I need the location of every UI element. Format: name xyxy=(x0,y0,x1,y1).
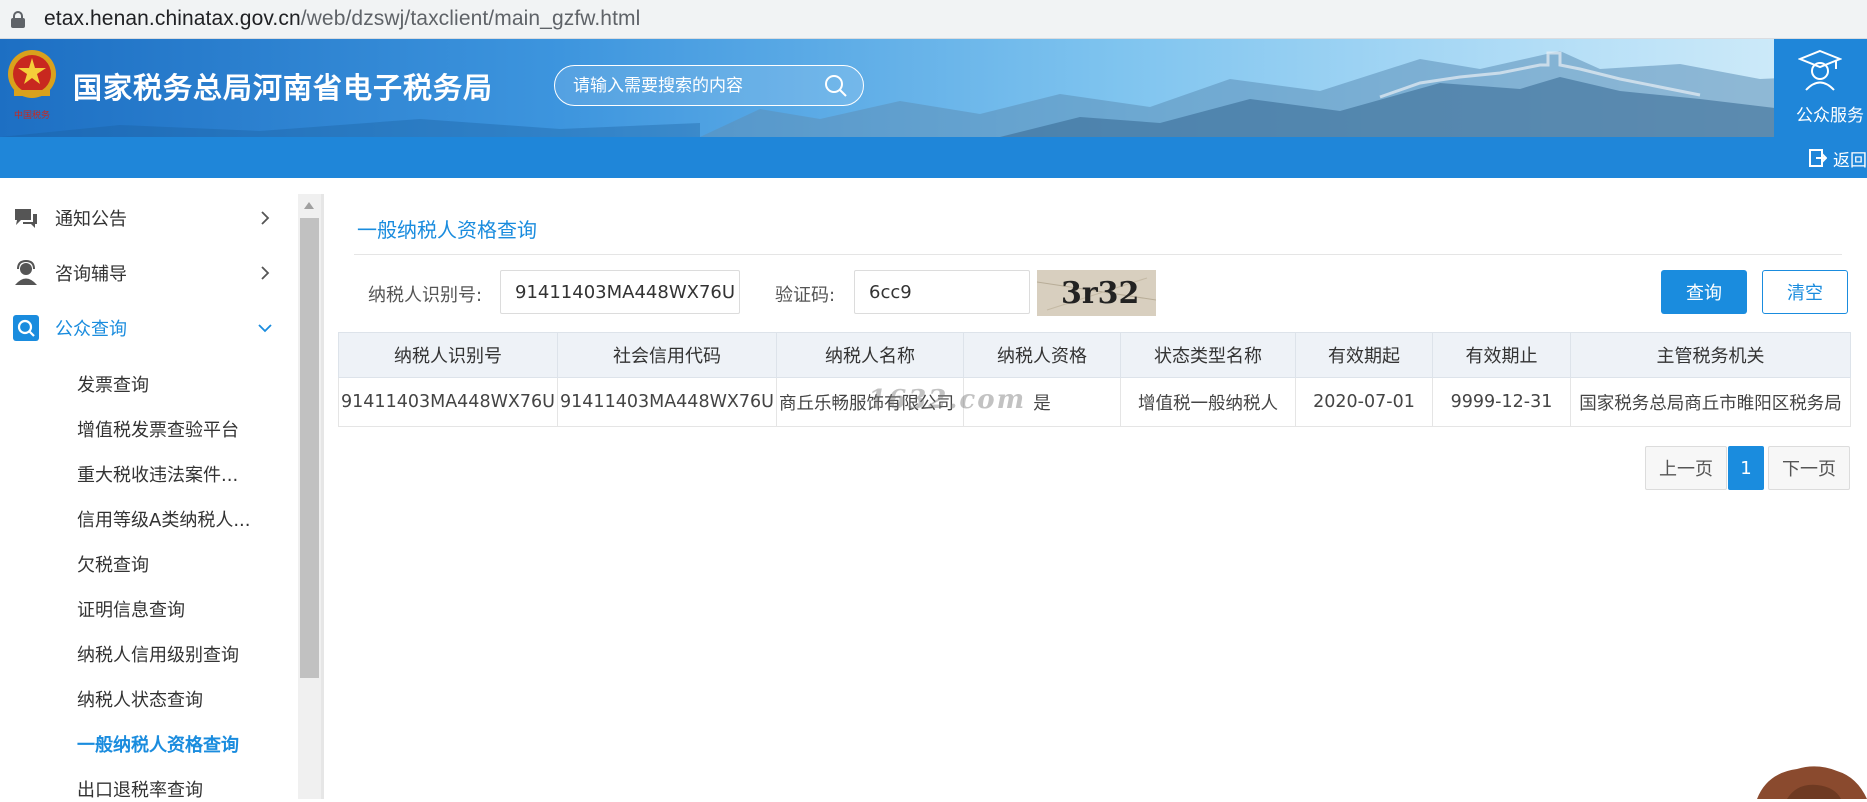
sidebar-subitem[interactable]: 出口退税率查询 xyxy=(77,776,203,802)
captcha-label: 验证码: xyxy=(775,285,836,306)
captcha-input[interactable] xyxy=(854,270,1030,314)
sidebar-subitem[interactable]: 纳税人信用级别查询 xyxy=(77,641,239,667)
captcha-image[interactable]: 3r32 xyxy=(1037,270,1156,316)
table-cell: 9999-12-31 xyxy=(1432,377,1571,427)
sidebar-subitem[interactable]: 信用等级A类纳税人... xyxy=(77,506,250,532)
nav-bar: 返回 xyxy=(0,137,1867,178)
sidebar-subitem[interactable]: 增值税发票查验平台 xyxy=(77,416,239,442)
sidebar-item-consulting[interactable]: 咨询辅导 xyxy=(0,251,298,295)
current-page-button[interactable]: 1 xyxy=(1728,446,1764,490)
sidebar-subitem[interactable]: 重大税收违法案件... xyxy=(77,461,238,487)
chevron-down-icon xyxy=(258,324,272,333)
search-icon[interactable] xyxy=(824,74,848,98)
support-person-icon xyxy=(15,260,37,285)
column-header: 状态类型名称 xyxy=(1120,332,1296,378)
sidebar-item-public-query[interactable]: 公众查询 xyxy=(0,306,298,350)
graduate-person-icon xyxy=(1798,49,1842,91)
table-cell: 2020-07-01 xyxy=(1295,377,1433,427)
divider xyxy=(354,254,1842,255)
sidebar-subitem[interactable]: 发票查询 xyxy=(77,371,149,397)
site-search-input[interactable] xyxy=(573,74,813,98)
scroll-up-arrow-icon[interactable] xyxy=(304,202,314,209)
browser-address-bar[interactable]: etax.henan.chinatax.gov.cn/web/dzswj/tax… xyxy=(0,0,1867,39)
scroll-thumb[interactable] xyxy=(300,218,319,678)
back-label: 返回 xyxy=(1833,150,1867,171)
column-header: 纳税人资格 xyxy=(963,332,1121,378)
table-cell: 商丘乐畅服饰有限公司 xyxy=(776,377,964,427)
chevron-right-icon xyxy=(261,266,270,280)
table-cell: 91411403MA448WX76U xyxy=(338,377,558,427)
clear-button[interactable]: 清空 xyxy=(1762,270,1848,314)
table-row: 91411403MA448WX76U 91411403MA448WX76U 商丘… xyxy=(338,377,1851,427)
column-header: 纳税人识别号 xyxy=(338,332,558,378)
sidebar-subitem[interactable]: 欠税查询 xyxy=(77,551,149,577)
page-title: 一般纳税人资格查询 xyxy=(357,218,537,242)
svg-text:中国税务: 中国税务 xyxy=(14,109,50,121)
site-header: 中国税务 国家税务总局河南省电子税务局 公众服务 xyxy=(0,39,1867,137)
table-cell: 增值税一般纳税人 xyxy=(1120,377,1296,427)
next-page-button[interactable]: 下一页 xyxy=(1768,446,1850,490)
sidebar-item-label: 咨询辅导 xyxy=(55,264,127,285)
chat-bubble-icon xyxy=(15,209,37,228)
main-content: 一般纳税人资格查询 纳税人识别号: 验证码: 3r32 查询 清空 纳税人识别号… xyxy=(324,194,1867,799)
prev-page-button[interactable]: 上一页 xyxy=(1645,446,1727,490)
column-header: 社会信用代码 xyxy=(557,332,777,378)
column-header: 有效期起 xyxy=(1295,332,1433,378)
sidebar-subitem-active[interactable]: 一般纳税人资格查询 xyxy=(77,731,239,757)
public-service-label: 公众服务 xyxy=(1796,106,1864,126)
site-search-box[interactable] xyxy=(554,65,864,106)
table-cell: 国家税务总局商丘市睢阳区税务局 xyxy=(1570,377,1851,427)
exit-icon xyxy=(1809,149,1827,167)
taxpayer-id-label: 纳税人识别号: xyxy=(368,285,483,306)
sidebar-subitem[interactable]: 纳税人状态查询 xyxy=(77,686,203,712)
url-text[interactable]: etax.henan.chinatax.gov.cn/web/dzswj/tax… xyxy=(44,7,640,31)
sidebar-item-label: 通知公告 xyxy=(55,209,127,230)
query-button[interactable]: 查询 xyxy=(1661,270,1747,314)
taxpayer-id-input[interactable] xyxy=(500,270,740,314)
table-cell: 是 xyxy=(963,377,1121,427)
sidebar-item-notices[interactable]: 通知公告 xyxy=(0,196,298,240)
sidebar: 通知公告 咨询辅导 公众查询 发票查询 增值税发票查验平台 重大税收违法案件..… xyxy=(0,194,298,802)
results-table: 纳税人识别号 社会信用代码 纳税人名称 纳税人资格 状态类型名称 有效期起 有效… xyxy=(338,332,1851,427)
sidebar-scrollbar[interactable] xyxy=(298,194,321,799)
back-button[interactable]: 返回 xyxy=(1809,147,1867,171)
column-header: 主管税务机关 xyxy=(1570,332,1851,378)
captcha-graphic: 3r32 xyxy=(1037,270,1156,316)
captcha-text: 3r32 xyxy=(1061,276,1139,311)
lock-icon xyxy=(11,10,25,28)
tax-emblem-logo: 中国税务 xyxy=(8,50,56,121)
column-header: 有效期止 xyxy=(1432,332,1571,378)
sidebar-item-label: 公众查询 xyxy=(55,319,127,340)
chevron-right-icon xyxy=(261,211,270,225)
sidebar-subitem[interactable]: 证明信息查询 xyxy=(77,596,185,622)
floating-assistant-avatar[interactable] xyxy=(1757,763,1867,799)
table-header-row: 纳税人识别号 社会信用代码 纳税人名称 纳税人资格 状态类型名称 有效期起 有效… xyxy=(338,332,1851,378)
column-header: 纳税人名称 xyxy=(776,332,964,378)
search-icon xyxy=(13,315,39,341)
table-cell: 91411403MA448WX76U xyxy=(557,377,777,427)
public-service-button[interactable]: 公众服务 xyxy=(1774,39,1867,137)
site-title: 国家税务总局河南省电子税务局 xyxy=(73,71,494,105)
